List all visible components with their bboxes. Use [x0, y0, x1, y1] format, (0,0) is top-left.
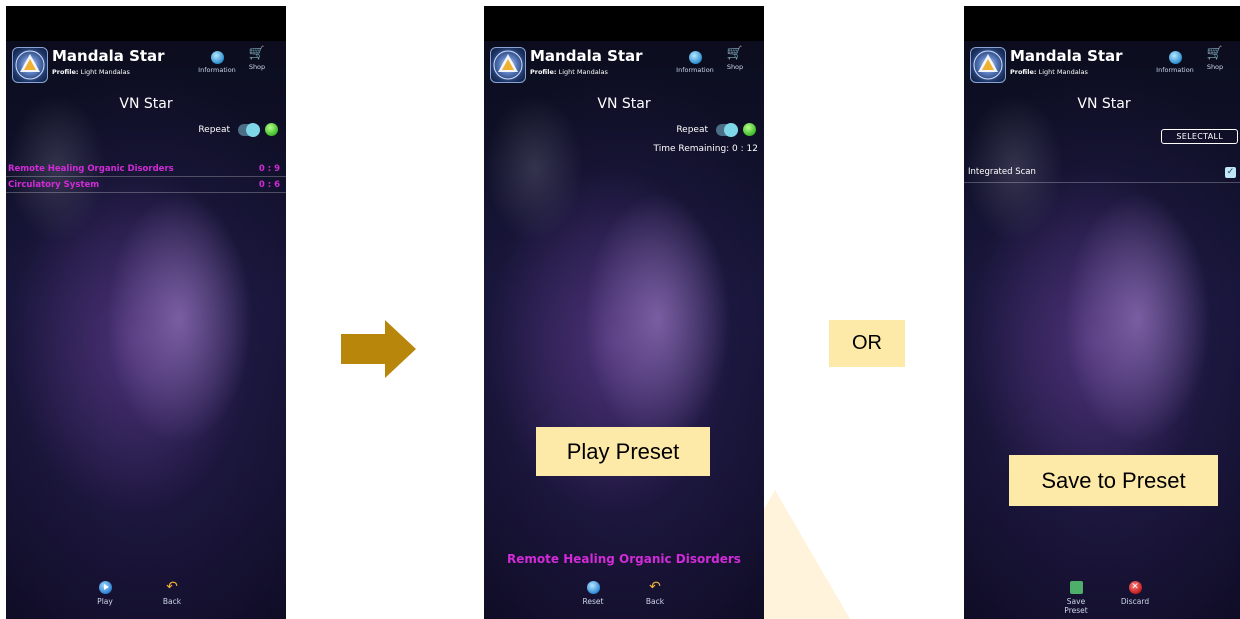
profile-key: Profile: [52, 68, 79, 76]
save-preset-label: Save Preset [1064, 597, 1088, 615]
information-icon [210, 51, 224, 64]
list-item[interactable]: Circulatory System 0 : 6 [6, 177, 286, 193]
save-preset-button[interactable]: Save Preset [1056, 581, 1096, 615]
information-button[interactable]: Information [1150, 51, 1200, 74]
back-label: Back [645, 597, 665, 606]
profile-line: Profile: Light Mandalas [52, 68, 130, 76]
app-title: Mandala Star [52, 47, 165, 65]
list-item[interactable]: Remote Healing Organic Disorders 0 : 9 [6, 161, 286, 177]
play-button[interactable]: Play [85, 581, 125, 606]
information-icon [688, 51, 702, 64]
information-button[interactable]: Information [192, 51, 242, 74]
list-item-time: 0 : 6 [258, 179, 280, 190]
now-playing-label: Remote Healing Organic Disorders [507, 552, 741, 566]
information-icon [1168, 51, 1182, 64]
repeat-row: Repeat [198, 122, 278, 137]
app-title: Mandala Star [1010, 47, 1123, 65]
repeat-toggle[interactable] [716, 122, 738, 137]
status-dot-icon [265, 123, 278, 136]
app-header: Mandala Star Profile: Light Mandalas Inf… [484, 41, 764, 89]
or-label: OR [829, 320, 905, 367]
information-label: Information [1156, 66, 1194, 74]
bottom-bar: Reset ↶ Back [484, 579, 764, 619]
play-preset-callout: Play Preset [536, 427, 710, 476]
phone-screen-3: Mandala Star Profile: Light Mandalas Inf… [964, 6, 1240, 619]
save-to-preset-callout: Save to Preset [1009, 455, 1218, 506]
app-logo-icon [490, 47, 526, 83]
list-item-name: Remote Healing Organic Disorders [8, 163, 174, 174]
time-remaining: Time Remaining: 0 : 12 [653, 144, 758, 154]
reset-label: Reset [582, 597, 604, 606]
list-item-time: 0 : 9 [258, 163, 280, 174]
play-label: Play [97, 597, 113, 606]
information-button[interactable]: Information [670, 51, 720, 74]
list-item[interactable]: Integrated Scan ✓ [964, 162, 1240, 183]
app-logo-icon [970, 47, 1006, 83]
profile-key: Profile: [1010, 68, 1037, 76]
checkbox-icon[interactable]: ✓ [1225, 166, 1236, 178]
status-dot-icon [743, 123, 756, 136]
app-screen: Mandala Star Profile: Light Mandalas Inf… [484, 41, 764, 619]
shop-cart-icon: 🛒 [1206, 46, 1224, 61]
back-button[interactable]: ↶ Back [635, 579, 675, 606]
discard-label: Discard [1120, 597, 1150, 606]
shop-cart-icon: 🛒 [248, 46, 266, 61]
app-screen: Mandala Star Profile: Light Mandalas Inf… [6, 41, 286, 619]
list-item-name: Integrated Scan [968, 167, 1036, 177]
phone-screen-1: Mandala Star Profile: Light Mandalas Inf… [6, 6, 286, 619]
preset-title: VN Star [1077, 96, 1131, 112]
shop-label: Shop [248, 63, 266, 71]
profile-line: Profile: Light Mandalas [1010, 68, 1088, 76]
list-item-name: Circulatory System [8, 179, 100, 190]
app-screen: Mandala Star Profile: Light Mandalas Inf… [964, 41, 1240, 619]
toggle-knob [246, 122, 260, 137]
shop-label: Shop [726, 63, 744, 71]
profile-value: Light Mandalas [558, 68, 608, 76]
play-icon [98, 581, 112, 594]
profile-line: Profile: Light Mandalas [530, 68, 608, 76]
repeat-label: Repeat [198, 124, 230, 135]
right-arrow-icon [341, 320, 416, 378]
back-arrow-icon: ↶ [166, 579, 178, 595]
shop-button[interactable]: 🛒 Shop [720, 46, 750, 72]
app-title: Mandala Star [530, 47, 643, 65]
shop-button[interactable]: 🛒 Shop [1200, 46, 1230, 72]
app-logo-icon [12, 47, 48, 83]
shop-button[interactable]: 🛒 Shop [242, 46, 272, 72]
information-label: Information [198, 66, 236, 74]
reset-icon [586, 581, 600, 594]
profile-key: Profile: [530, 68, 557, 76]
repeat-row: Repeat [676, 122, 756, 137]
back-label: Back [162, 597, 182, 606]
profile-value: Light Mandalas [80, 68, 130, 76]
toggle-knob [724, 122, 738, 137]
reset-button[interactable]: Reset [573, 581, 613, 606]
repeat-label: Repeat [676, 124, 708, 135]
repeat-toggle[interactable] [238, 122, 260, 137]
shop-cart-icon: 🛒 [726, 46, 744, 61]
back-button[interactable]: ↶ Back [152, 579, 192, 606]
select-all-button[interactable]: SELECTALL [1161, 129, 1238, 144]
bottom-bar: Save Preset ✕ Discard [964, 581, 1240, 619]
program-list: Remote Healing Organic Disorders 0 : 9 C… [6, 161, 286, 193]
profile-value: Light Mandalas [1038, 68, 1088, 76]
back-arrow-icon: ↶ [649, 579, 661, 595]
preset-title: VN Star [597, 96, 651, 112]
app-header: Mandala Star Profile: Light Mandalas Inf… [964, 41, 1240, 89]
discard-icon: ✕ [1128, 581, 1142, 594]
phone-screen-2: Mandala Star Profile: Light Mandalas Inf… [484, 6, 764, 619]
shop-label: Shop [1206, 63, 1224, 71]
app-header: Mandala Star Profile: Light Mandalas Inf… [6, 41, 286, 89]
information-label: Information [676, 66, 714, 74]
save-preset-icon [1069, 581, 1083, 594]
bottom-bar: Play ↶ Back [6, 579, 286, 619]
discard-button[interactable]: ✕ Discard [1115, 581, 1155, 606]
preset-title: VN Star [119, 96, 173, 112]
